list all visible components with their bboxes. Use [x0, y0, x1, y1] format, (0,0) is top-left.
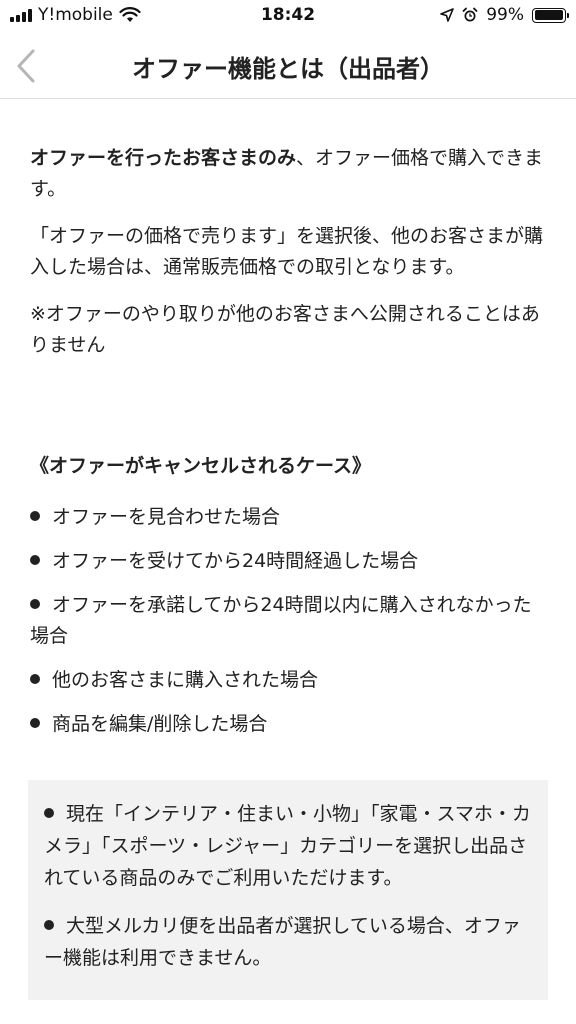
intro-bold-text: オファーを行ったお客さまのみ	[30, 147, 297, 169]
purchase-note-paragraph: 「オファーの価格で売ります」を選択後、他のお客さまが購入した場合は、通常販売価格…	[30, 225, 544, 278]
info-item: 現在「インテリア・住まい・小物」「家電・スマホ・カメラ」「スポーツ・レジャー」カ…	[44, 798, 532, 894]
bullet-icon	[30, 674, 40, 684]
list-item-text: 他のお客さまに購入された場合	[52, 669, 319, 691]
alarm-clock-icon	[462, 7, 478, 22]
list-item-text: オファーを承諾してから24時間以内に購入されなかった場合	[30, 594, 532, 647]
list-item: オファーを承諾してから24時間以内に購入されなかった場合	[30, 590, 546, 652]
cancel-cases-list: オファーを見合わせた場合 オファーを受けてから24時間経過した場合 オファーを承…	[30, 502, 546, 740]
chevron-left-icon	[17, 49, 35, 83]
page-title: オファー機能とは（出品者）	[132, 55, 444, 83]
list-item-text: 商品を編集/削除した場合	[52, 713, 268, 735]
info-item-text: 大型メルカリ便を出品者が選択している場合、オファー機能は利用できません。	[44, 915, 521, 969]
bullet-icon	[30, 599, 40, 609]
list-item: 他のお客さまに購入された場合	[30, 665, 546, 696]
location-arrow-icon	[440, 8, 455, 22]
status-bar: Y!mobile 18:42 99%	[0, 0, 576, 36]
list-item: オファーを受けてから24時間経過した場合	[30, 546, 546, 577]
info-item-text: 現在「インテリア・住まい・小物」「家電・スマホ・カメラ」「スポーツ・レジャー」カ…	[44, 803, 531, 889]
availability-info-box: 現在「インテリア・住まい・小物」「家電・スマホ・カメラ」「スポーツ・レジャー」カ…	[28, 780, 548, 1000]
privacy-note-paragraph: ※オファーのやり取りが他のお客さまへ公開されることはありません	[30, 303, 540, 356]
info-item: 大型メルカリ便を出品者が選択している場合、オファー機能は利用できません。	[44, 910, 532, 974]
back-button[interactable]	[8, 44, 44, 88]
cancel-cases-heading: 《オファーがキャンセルされるケース》	[30, 455, 372, 477]
list-item: オファーを見合わせた場合	[30, 502, 546, 533]
bullet-icon	[30, 511, 40, 521]
navigation-bar: オファー機能とは（出品者）	[0, 36, 576, 99]
battery-percent: 99%	[486, 5, 524, 25]
bullet-icon	[30, 555, 40, 565]
list-item-text: オファーを見合わせた場合	[52, 506, 281, 528]
bullet-icon	[44, 808, 54, 818]
bullet-icon	[44, 920, 54, 930]
battery-level	[534, 10, 564, 20]
content-area[interactable]: オファーを行ったお客さまのみ、オファー価格で購入できます。 「オファーの価格で売…	[0, 99, 576, 1024]
status-right: 99%	[440, 5, 569, 25]
battery-icon	[532, 7, 569, 23]
list-item-text: オファーを受けてから24時間経過した場合	[52, 550, 419, 572]
list-item: 商品を編集/削除した場合	[30, 709, 546, 740]
intro-paragraph: オファーを行ったお客さまのみ、オファー価格で購入できます。	[30, 143, 546, 205]
bullet-icon	[30, 718, 40, 728]
